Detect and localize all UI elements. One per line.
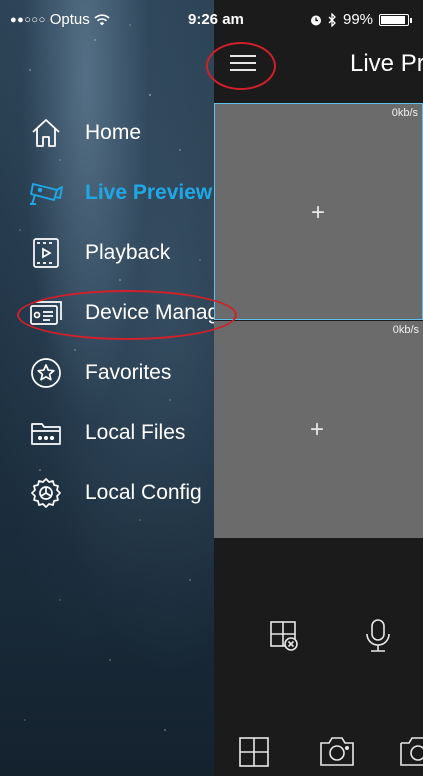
snapshot-button[interactable]: [318, 734, 356, 773]
sidebar-item-label: Local Config: [85, 481, 202, 504]
sidebar-item-home[interactable]: Home: [0, 111, 214, 155]
record-icon: [400, 737, 423, 766]
status-indicators: 99%: [310, 11, 413, 28]
status-bar: ●●○○○ Optus 9:26 am 99%: [0, 0, 423, 40]
grid-icon: [239, 737, 269, 767]
folder-icon: [26, 413, 66, 453]
hamburger-line: [230, 69, 256, 71]
gear-icon: [26, 473, 66, 513]
sidebar-item-local-config[interactable]: Local Config: [0, 471, 214, 515]
close-window-button[interactable]: [269, 620, 299, 657]
split-screen-button[interactable]: [238, 736, 270, 773]
live-preview-panel: Live Preview 0kb/s + 0kb/s +: [214, 0, 423, 776]
alarm-icon: [311, 15, 321, 25]
video-tile-2[interactable]: 0kb/s +: [214, 321, 423, 538]
carrier-name: Optus: [49, 11, 90, 28]
sidebar-item-label: Device Manager: [85, 301, 214, 324]
carrier-info: ●●○○○ Optus: [10, 11, 110, 28]
star-icon: [26, 353, 66, 393]
sidebar-item-label: Playback: [85, 241, 171, 264]
device-icon: [26, 293, 66, 333]
playback-icon: [26, 233, 66, 273]
record-button[interactable]: [398, 734, 423, 773]
home-icon: [26, 113, 66, 153]
sidebar-item-favorites[interactable]: Favorites: [0, 351, 214, 395]
add-channel-button[interactable]: +: [311, 201, 325, 225]
sidebar-item-live-preview[interactable]: Live Preview: [0, 171, 214, 215]
bitrate-label: 0kb/s: [392, 324, 419, 336]
battery-icon: [379, 13, 413, 26]
sidebar-item-label: Favorites: [85, 361, 172, 384]
camera-icon: [26, 173, 66, 213]
wifi-icon: [94, 13, 110, 25]
menu-toggle-button[interactable]: [226, 48, 260, 78]
microphone-icon: [366, 619, 390, 652]
clock: 9:26 am: [188, 11, 244, 28]
close-window-icon: [270, 621, 298, 651]
video-tile-1[interactable]: 0kb/s +: [214, 103, 423, 320]
microphone-button[interactable]: [364, 618, 392, 659]
battery-fill: [381, 15, 406, 24]
sidebar-item-label: Home: [85, 121, 142, 144]
sidebar-item-playback[interactable]: Playback: [0, 231, 214, 275]
bluetooth-icon: [328, 12, 336, 27]
signal-strength: ●●○○○: [10, 13, 46, 26]
sidebar-item-label: Live Preview: [85, 181, 213, 204]
sidebar-item-label: Local Files: [85, 421, 186, 444]
page-title: Live Preview: [350, 50, 423, 77]
battery-percent: 99%: [343, 11, 374, 28]
sidebar-item-device-manager[interactable]: Device Manager: [0, 291, 214, 335]
bitrate-label: 0kb/s: [391, 107, 418, 119]
sidebar-item-local-files[interactable]: Local Files: [0, 411, 214, 455]
hamburger-line: [230, 55, 256, 57]
hamburger-line: [230, 62, 256, 64]
sidebar: Home Live Preview Playback Device Manag …: [0, 0, 214, 776]
add-channel-button[interactable]: +: [310, 418, 324, 442]
camera-snapshot-icon: [320, 737, 354, 766]
